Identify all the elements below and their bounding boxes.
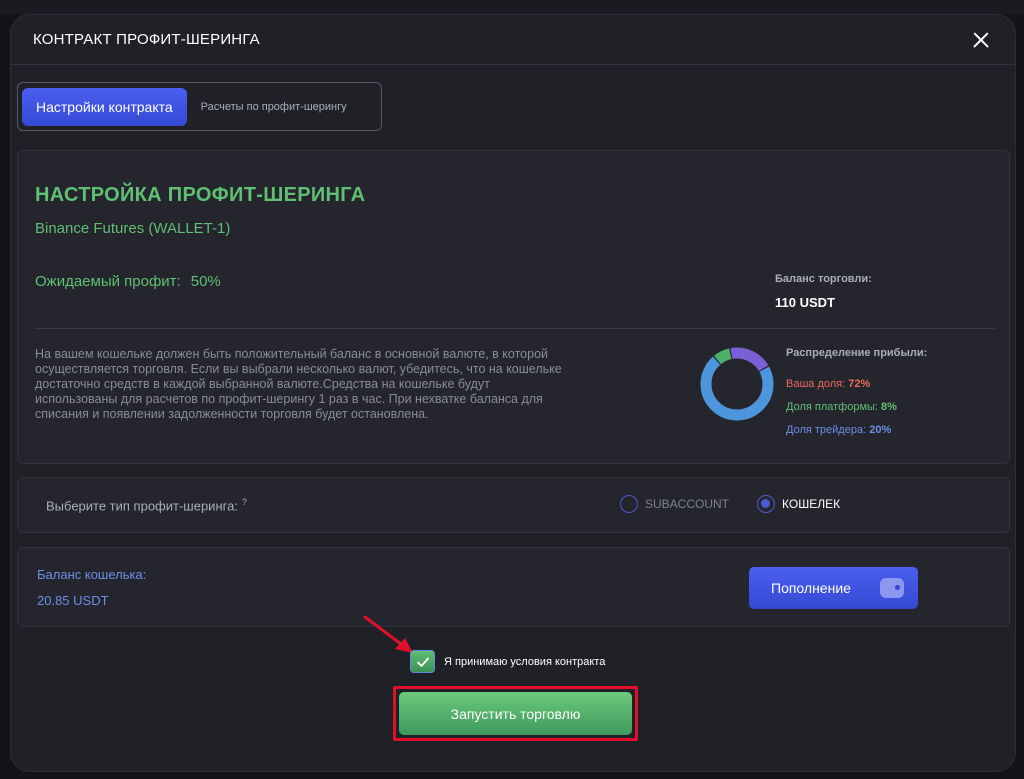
settings-card: НАСТРОЙКА ПРОФИТ-ШЕРИНГА Binance Futures… [17, 150, 1010, 464]
agreement-label[interactable]: Я принимаю условия контракта [444, 656, 605, 668]
radio-wallet-label[interactable]: КОШЕЛЕК [782, 497, 840, 511]
tab-contract-settings[interactable]: Настройки контракта [22, 87, 187, 126]
profit-sharing-modal: КОНТРАКТ ПРОФИТ-ШЕРИНГА Настройки контра… [10, 14, 1016, 772]
agreement-row: Я принимаю условия контракта [410, 650, 605, 673]
close-icon[interactable] [969, 28, 993, 52]
radio-subaccount[interactable] [620, 495, 638, 513]
wallet-card: Баланс кошелька: 20.85 USDT Пополнение [17, 547, 1010, 627]
exchange-name: Binance Futures (WALLET-1) [35, 220, 231, 237]
balance-notice: На вашем кошельке должен быть положитель… [35, 347, 562, 421]
profit-distribution-donut [700, 347, 774, 421]
topup-button[interactable]: Пополнение [749, 567, 918, 609]
modal-header: КОНТРАКТ ПРОФИТ-ШЕРИНГА [11, 15, 1015, 65]
wallet-icon [880, 578, 904, 598]
radio-subaccount-label[interactable]: SUBACCOUNT [645, 497, 729, 511]
trading-balance: Баланс торговли: 110 USDT [775, 273, 872, 310]
expected-profit-value: 50% [190, 273, 221, 290]
settings-title: НАСТРОЙКА ПРОФИТ-ШЕРИНГА [35, 184, 366, 206]
distribution-title: Распределение прибыли: [786, 347, 928, 359]
start-trading-button[interactable]: Запустить торговлю [399, 692, 632, 735]
wallet-balance-value: 20.85 USDT [37, 593, 109, 608]
expected-profit-label: Ожидаемый профит: [35, 273, 181, 290]
divider [35, 328, 995, 329]
distribution-your-share: Ваша доля: 72% [786, 378, 871, 390]
tab-profit-sharing-calculations[interactable]: Расчеты по профит-шерингу [187, 101, 361, 113]
distribution-trader-share: Доля трейдера: 20% [786, 424, 892, 436]
wallet-balance-label: Баланс кошелька: [37, 567, 147, 582]
tab-bar: Настройки контракта Расчеты по профит-ше… [17, 82, 382, 131]
distribution-platform-share: Доля платформы: 8% [786, 401, 897, 413]
modal-title: КОНТРАКТ ПРОФИТ-ШЕРИНГА [33, 31, 260, 48]
trading-balance-value: 110 USDT [775, 295, 835, 310]
trading-balance-label: Баланс торговли: [775, 273, 872, 285]
profit-type-label: Выберите тип профит-шеринга:? [46, 497, 247, 514]
check-icon [416, 657, 429, 667]
agreement-checkbox[interactable] [410, 650, 435, 673]
backdrop [0, 0, 1024, 14]
profit-distribution: Распределение прибыли: Ваша доля: 72% До… [786, 347, 927, 436]
radio-wallet[interactable] [757, 495, 776, 513]
profit-type-radio-group: SUBACCOUNT КОШЕЛЕК [620, 495, 840, 513]
expected-profit: Ожидаемый профит: 50% [35, 273, 221, 290]
profit-type-card: Выберите тип профит-шеринга:? SUBACCOUNT… [17, 477, 1010, 533]
help-icon[interactable]: ? [242, 497, 247, 507]
topup-button-label: Пополнение [771, 580, 851, 596]
